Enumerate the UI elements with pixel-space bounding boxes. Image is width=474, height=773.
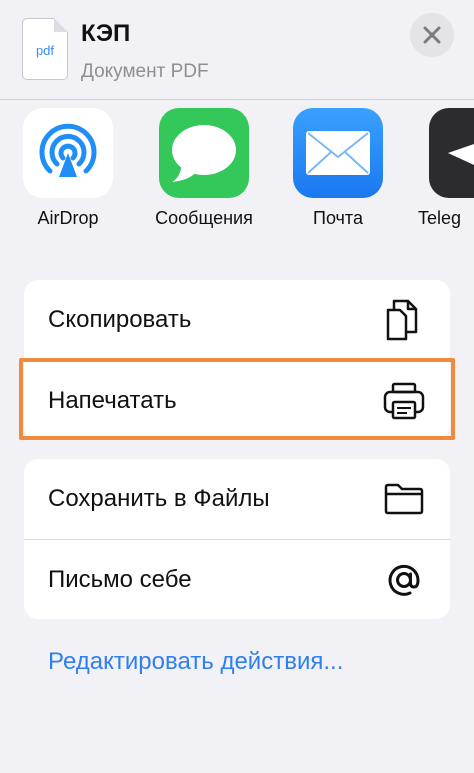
actions-group-secondary: Сохранить в Файлы Письмо себе — [24, 459, 450, 619]
app-label: Почта — [313, 208, 363, 228]
folder-icon — [382, 477, 426, 521]
app-label: AirDrop — [37, 208, 99, 228]
copy-icon — [382, 298, 426, 342]
app-label: Сообщения — [155, 208, 253, 228]
at-icon — [382, 558, 426, 602]
action-label: Напечатать — [48, 386, 177, 414]
messages-icon — [159, 108, 249, 198]
app-share-row: AirDrop Сообщения Почта Teleg — [0, 108, 474, 238]
file-title: КЭП — [81, 20, 131, 47]
airdrop-icon — [23, 108, 113, 198]
app-telegram[interactable]: Teleg — [414, 108, 474, 229]
printer-icon — [382, 379, 426, 423]
app-airdrop[interactable]: AirDrop — [8, 108, 128, 229]
share-sheet-header: pdf КЭП Документ PDF — [0, 0, 474, 100]
action-copy[interactable]: Скопировать — [24, 280, 450, 360]
action-print[interactable]: Напечатать — [24, 360, 450, 440]
action-mail-to-self[interactable]: Письмо себе — [24, 539, 450, 619]
file-extension-label: pdf — [35, 43, 55, 58]
file-subtitle: Документ PDF — [81, 61, 209, 82]
action-label: Сохранить в Файлы — [48, 485, 270, 512]
pdf-file-icon: pdf — [22, 18, 68, 80]
app-mail[interactable]: Почта — [278, 108, 398, 229]
close-icon — [423, 26, 441, 44]
app-messages[interactable]: Сообщения — [144, 108, 264, 229]
action-save-to-files[interactable]: Сохранить в Файлы — [24, 459, 450, 539]
action-label: Скопировать — [48, 306, 192, 333]
close-button[interactable] — [410, 13, 454, 57]
mail-icon — [293, 108, 383, 198]
telegram-icon — [429, 108, 474, 198]
actions-group-primary: Скопировать Напечатать — [24, 280, 450, 440]
app-label: Teleg — [418, 208, 462, 228]
edit-actions-link[interactable]: Редактировать действия... — [48, 648, 343, 676]
action-label: Письмо себе — [48, 565, 192, 593]
